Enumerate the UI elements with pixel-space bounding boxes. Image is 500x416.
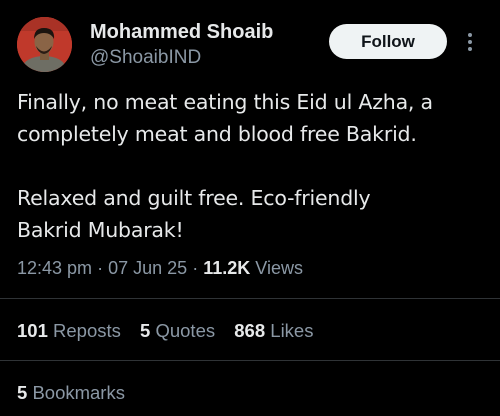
more-dot [468,33,472,37]
likes-label: Likes [270,320,314,341]
follow-button[interactable]: Follow [329,24,447,59]
tweet-card: Mohammed Shoaib @ShoaibIND Follow Finall… [0,0,500,416]
views-label: Views [255,258,303,278]
quotes-label: Quotes [155,320,216,341]
likes-count: 868 [234,320,266,341]
reposts-count: 101 [17,320,48,341]
quotes-stat[interactable]: 5 Quotes [140,320,215,342]
tweet-text-line: Relaxed and guilt free. Eco-friendly [17,186,371,210]
more-dot [468,47,472,51]
bookmarks-stat[interactable]: 5 Bookmarks [17,382,125,404]
bookmarks-count: 5 [17,382,28,403]
tweet-text-blank-line [17,150,487,182]
tweet-text-line: completely meat and blood free Bakrid. [17,122,417,146]
meta-separator: · [97,258,104,278]
reposts-stat[interactable]: 101 Reposts [17,320,121,342]
avatar-image [17,17,72,72]
divider [0,298,500,299]
author-name[interactable]: Mohammed Shoaib [90,21,273,44]
meta-separator: · [192,258,199,278]
tweet-meta: 12:43 pm · 07 Jun 25 · 11.2K Views [17,258,303,279]
divider [0,360,500,361]
tweet-text-line: Bakrid Mubarak! [17,218,184,242]
quotes-count: 5 [140,320,151,341]
more-options-icon[interactable] [462,28,478,56]
likes-stat[interactable]: 868 Likes [234,320,313,342]
author-handle[interactable]: @ShoaibIND [90,47,201,69]
tweet-time[interactable]: 12:43 pm [17,258,92,278]
tweet-date[interactable]: 07 Jun 25 [108,258,187,278]
engagement-stats: 101 Reposts 5 Quotes 868 Likes [17,320,327,342]
tweet-text: Finally, no meat eating this Eid ul Azha… [17,86,487,246]
more-dot [468,40,472,44]
reposts-label: Reposts [53,320,121,341]
tweet-text-line: Finally, no meat eating this Eid ul Azha… [17,90,433,114]
avatar[interactable] [17,17,72,72]
views-count: 11.2K [203,258,251,278]
bookmarks-label: Bookmarks [32,382,125,403]
